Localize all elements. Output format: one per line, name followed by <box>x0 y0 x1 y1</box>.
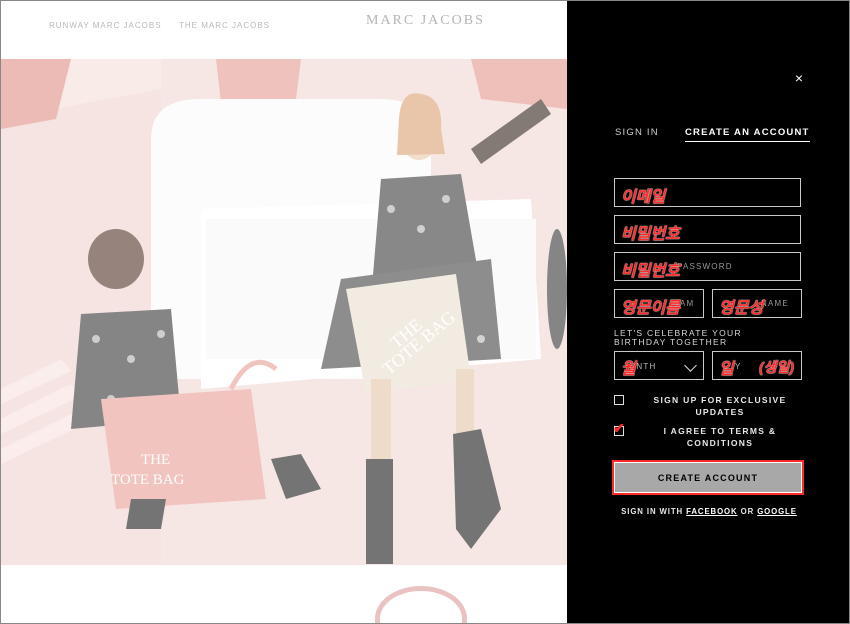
social-sign-in: SIGN IN WITH FACEBOOK OR GOOGLE <box>607 507 811 516</box>
last-name-field[interactable]: 영문성 <box>712 289 802 318</box>
close-icon[interactable]: × <box>792 71 806 85</box>
nav-link-the-marc-jacobs[interactable]: THE MARC JACOBS <box>179 21 270 30</box>
tab-create-account[interactable]: CREATE AN ACCOUNT <box>685 127 810 142</box>
chevron-down-icon <box>684 359 697 372</box>
social-or: OR <box>740 507 755 516</box>
annotation-day-note: (생일) <box>759 359 795 375</box>
birth-month-value: ONTH <box>629 362 657 371</box>
background-site: RUNWAY MARC JACOBS THE MARC JACOBS MARC … <box>1 1 567 623</box>
terms-checkbox[interactable]: ✔ <box>613 421 625 436</box>
password-field[interactable]: 비밀번호 <box>614 215 801 244</box>
exclusive-updates-label: SIGN UP FOR EXCLUSIVE UPDATES <box>653 395 787 417</box>
account-panel: × SIGN IN CREATE AN ACCOUNT 이메일 비밀번호 비밀번… <box>567 1 849 623</box>
create-account-button-label: CREATE ACCOUNT <box>614 462 802 493</box>
tab-sign-in[interactable]: SIGN IN <box>615 127 659 138</box>
birth-day-value: Y <box>735 362 742 371</box>
confirm-password-field[interactable]: 비밀번호 <box>614 252 801 281</box>
exclusive-updates-option[interactable]: SIGN UP FOR EXCLUSIVE UPDATES <box>614 395 804 419</box>
site-header: RUNWAY MARC JACOBS THE MARC JACOBS MARC … <box>1 1 567 59</box>
last-name-input[interactable] <box>713 290 801 317</box>
below-fold-area <box>1 565 567 623</box>
nav-link-runway[interactable]: RUNWAY MARC JACOBS <box>49 21 162 30</box>
auth-tabs: SIGN IN CREATE AN ACCOUNT <box>615 127 810 145</box>
first-name-field[interactable]: 영문이름 <box>614 289 704 318</box>
facebook-link[interactable]: FACEBOOK <box>686 507 737 516</box>
annotation-day: 일 <box>719 361 734 378</box>
terms-label: I AGREE TO TERMS & CONDITIONS <box>663 426 777 448</box>
email-input[interactable] <box>615 179 800 206</box>
email-field[interactable]: 이메일 <box>614 178 801 207</box>
checkmark-icon: ✔ <box>613 420 625 436</box>
site-logo[interactable]: MARC JACOBS <box>366 13 485 29</box>
create-account-button[interactable]: CREATE ACCOUNT <box>612 460 804 495</box>
birth-day-select[interactable]: Y 일 (생일) <box>712 351 802 380</box>
birthday-label: LET'S CELEBRATE YOUR BIRTHDAY TOGETHER <box>614 328 742 347</box>
exclusive-updates-checkbox[interactable] <box>614 395 624 405</box>
screenshot-frame: RUNWAY MARC JACOBS THE MARC JACOBS MARC … <box>0 0 850 624</box>
first-name-input[interactable] <box>615 290 703 317</box>
password-input[interactable] <box>615 216 800 243</box>
confirm-password-input[interactable] <box>615 253 800 280</box>
terms-option[interactable]: ✔ I AGREE TO TERMS & CONDITIONS <box>613 421 804 450</box>
hero-overlay-dim <box>1 59 567 565</box>
google-link[interactable]: GOOGLE <box>757 507 797 516</box>
social-prefix: SIGN IN WITH <box>621 507 684 516</box>
hero-image: THE TOTE BAG THE TOTE BAG <box>1 59 567 565</box>
birth-month-select[interactable]: ONTH 월 <box>614 351 704 380</box>
